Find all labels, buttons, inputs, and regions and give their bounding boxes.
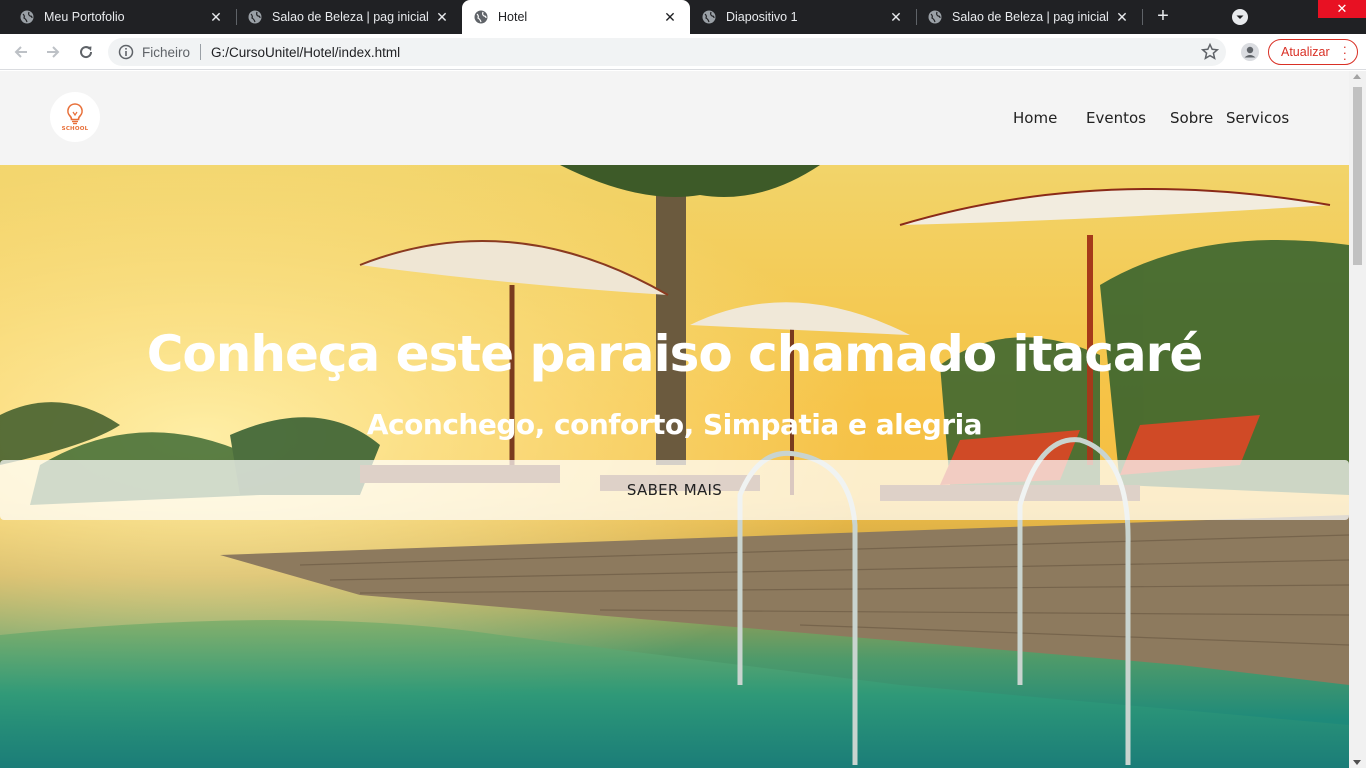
close-tab-icon[interactable]: ✕: [434, 9, 450, 25]
tab-title: Diapositivo 1: [726, 10, 798, 24]
bookmark-star-icon[interactable]: [1200, 42, 1220, 62]
globe-icon: [474, 10, 488, 24]
page-viewport: SCHOOL Home Eventos Sobre Servicos Conhe…: [0, 71, 1366, 768]
tab-hotel[interactable]: Hotel ✕: [462, 0, 690, 34]
reload-icon: [80, 46, 93, 59]
info-icon[interactable]: [118, 44, 134, 60]
forward-button[interactable]: [41, 40, 65, 64]
nav-link-eventos[interactable]: Eventos: [1086, 109, 1146, 127]
arrow-left-icon: [14, 46, 27, 58]
address-url[interactable]: G:/CursoUnitel/Hotel/index.html: [211, 45, 400, 60]
tab-strip: Meu Portofolio ✕ Salao de Beleza | pag i…: [0, 0, 1366, 34]
address-scheme-label: Ficheiro: [142, 44, 191, 60]
lightbulb-logo-icon: [67, 103, 83, 125]
tab-meu-portofolio[interactable]: Meu Portofolio ✕: [8, 0, 236, 34]
tab-salao-de-beleza-1[interactable]: Salao de Beleza | pag inicial ✕: [236, 0, 462, 34]
close-tab-icon[interactable]: ✕: [888, 9, 904, 25]
globe-icon: [20, 10, 34, 24]
close-tab-icon[interactable]: ✕: [1114, 9, 1130, 25]
nav-link-servicos[interactable]: Servicos: [1226, 109, 1289, 127]
browser-toolbar: Ficheiro G:/CursoUnitel/Hotel/index.html…: [0, 34, 1366, 70]
update-button[interactable]: Atualizar · · ·: [1268, 39, 1358, 65]
more-menu-icon[interactable]: · · ·: [1343, 40, 1347, 65]
new-tab-icon[interactable]: +: [1152, 6, 1174, 28]
close-tab-icon[interactable]: ✕: [662, 9, 678, 25]
logo-text: SCHOOL: [61, 126, 89, 132]
tab-search-icon[interactable]: [1231, 8, 1249, 26]
tab-title: Hotel: [498, 10, 528, 24]
tab-separator: [1142, 9, 1143, 25]
update-button-label: Atualizar: [1281, 45, 1330, 59]
arrow-right-icon: [47, 46, 60, 58]
hero-subtitle: Aconchego, conforto, Simpatia e alegria: [366, 408, 983, 441]
globe-icon: [702, 10, 716, 24]
globe-icon: [928, 10, 942, 24]
site-logo[interactable]: SCHOOL: [50, 92, 100, 142]
address-bar[interactable]: Ficheiro G:/CursoUnitel/Hotel/index.html: [108, 38, 1226, 66]
back-button[interactable]: [9, 40, 33, 64]
address-divider: [200, 44, 202, 60]
page-scrollbar[interactable]: [1349, 71, 1366, 768]
nav-link-home[interactable]: Home: [1013, 109, 1057, 127]
tab-title: Salao de Beleza | pag inicial: [952, 10, 1109, 24]
close-tab-icon[interactable]: ✕: [208, 9, 224, 25]
hero-section: Conheça este paraiso chamado itacaré Aco…: [0, 165, 1349, 768]
tab-diapositivo[interactable]: Diapositivo 1 ✕: [690, 0, 916, 34]
site-header: SCHOOL Home Eventos Sobre Servicos: [0, 71, 1349, 165]
scroll-up-icon[interactable]: [1353, 74, 1361, 79]
hero-title: Conheça este paraiso chamado itacaré: [146, 325, 1204, 383]
saber-mais-label: SABER MAIS: [626, 481, 723, 499]
tab-salao-de-beleza-2[interactable]: Salao de Beleza | pag inicial ✕: [916, 0, 1142, 34]
nav-link-sobre[interactable]: Sobre: [1170, 109, 1213, 127]
scrollbar-thumb[interactable]: [1353, 87, 1362, 265]
tab-title: Salao de Beleza | pag inicial: [272, 10, 429, 24]
tab-title: Meu Portofolio: [44, 10, 125, 24]
scroll-down-icon[interactable]: [1353, 760, 1361, 765]
profile-avatar-icon[interactable]: [1240, 42, 1260, 62]
globe-icon: [248, 10, 262, 24]
saber-mais-button[interactable]: SABER MAIS: [0, 460, 1349, 520]
window-close-icon[interactable]: ✕: [1318, 0, 1366, 18]
reload-button[interactable]: [74, 40, 98, 64]
